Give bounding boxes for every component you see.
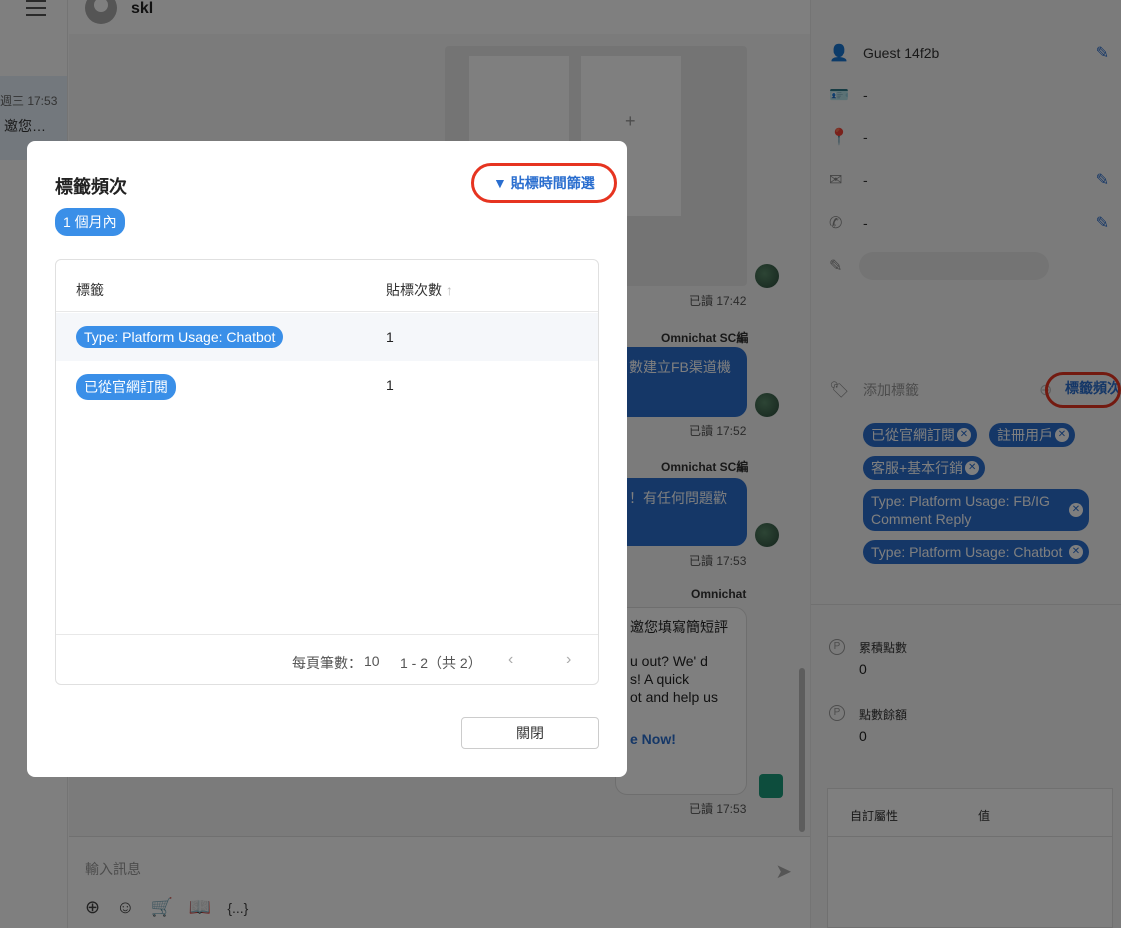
modal-title: 標籤頻次	[55, 177, 127, 197]
pagination: 每頁筆數： 10 1 - 2（共 2） ‹ ›	[56, 634, 598, 686]
app-root: 週三 17:53 邀您… skl + 已讀 17:42 Omnichat SC編…	[0, 0, 1121, 928]
sort-arrow-icon[interactable]: ↑	[442, 282, 453, 298]
col-count-label: 貼標次數	[386, 282, 442, 298]
page-size-label: 每頁筆數：	[292, 655, 362, 671]
close-button[interactable]: 關閉	[461, 717, 599, 749]
tag-pill: 已從官網訂閱	[76, 374, 176, 400]
page-size-select[interactable]: 10	[364, 653, 380, 669]
table-row: 已從官網訂閱 1	[56, 361, 598, 409]
tag-frequency-table: 標籤 貼標次數 ↑ Type: Platform Usage: Chatbot …	[55, 259, 599, 685]
tag-frequency-modal: 標籤頻次 ▼ 貼標時間篩選 1 個月內 標籤 貼標次數 ↑ Type: Plat…	[27, 141, 627, 777]
tag-pill: Type: Platform Usage: Chatbot	[76, 326, 284, 348]
highlight-ring	[471, 163, 617, 203]
table-header: 標籤 貼標次數 ↑	[56, 260, 598, 312]
page-range: 1 - 2（共 2）	[400, 655, 482, 671]
col-count[interactable]: 貼標次數 ↑	[386, 280, 453, 300]
col-tag: 標籤	[76, 282, 104, 298]
next-page-icon[interactable]: ›	[566, 651, 571, 669]
period-badge: 1 個月內	[55, 208, 125, 236]
table-row: Type: Platform Usage: Chatbot 1	[56, 313, 598, 361]
tag-count: 1	[386, 377, 394, 393]
tag-count: 1	[386, 329, 394, 345]
prev-page-icon[interactable]: ‹	[508, 651, 513, 669]
